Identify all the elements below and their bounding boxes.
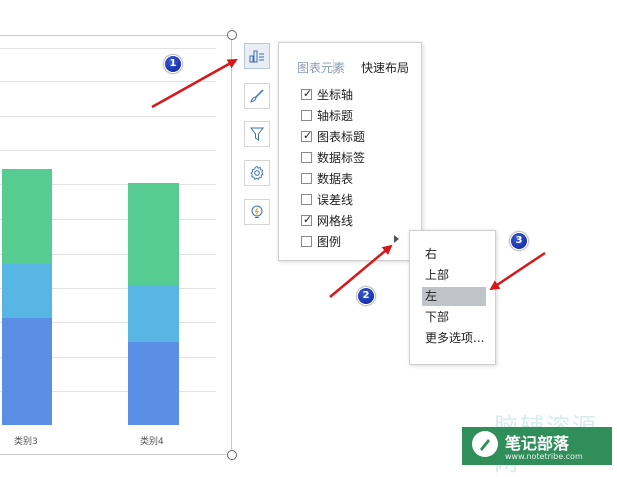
callout-1: 1 [164, 55, 182, 73]
brand-logo-icon [472, 431, 498, 457]
brand-url: www.notetribe.com [505, 452, 583, 461]
brand-title: 笔记部落 [505, 434, 570, 453]
callout-2: 2 [357, 287, 375, 305]
arrow-3 [489, 251, 546, 291]
callout-3: 3 [510, 232, 528, 250]
